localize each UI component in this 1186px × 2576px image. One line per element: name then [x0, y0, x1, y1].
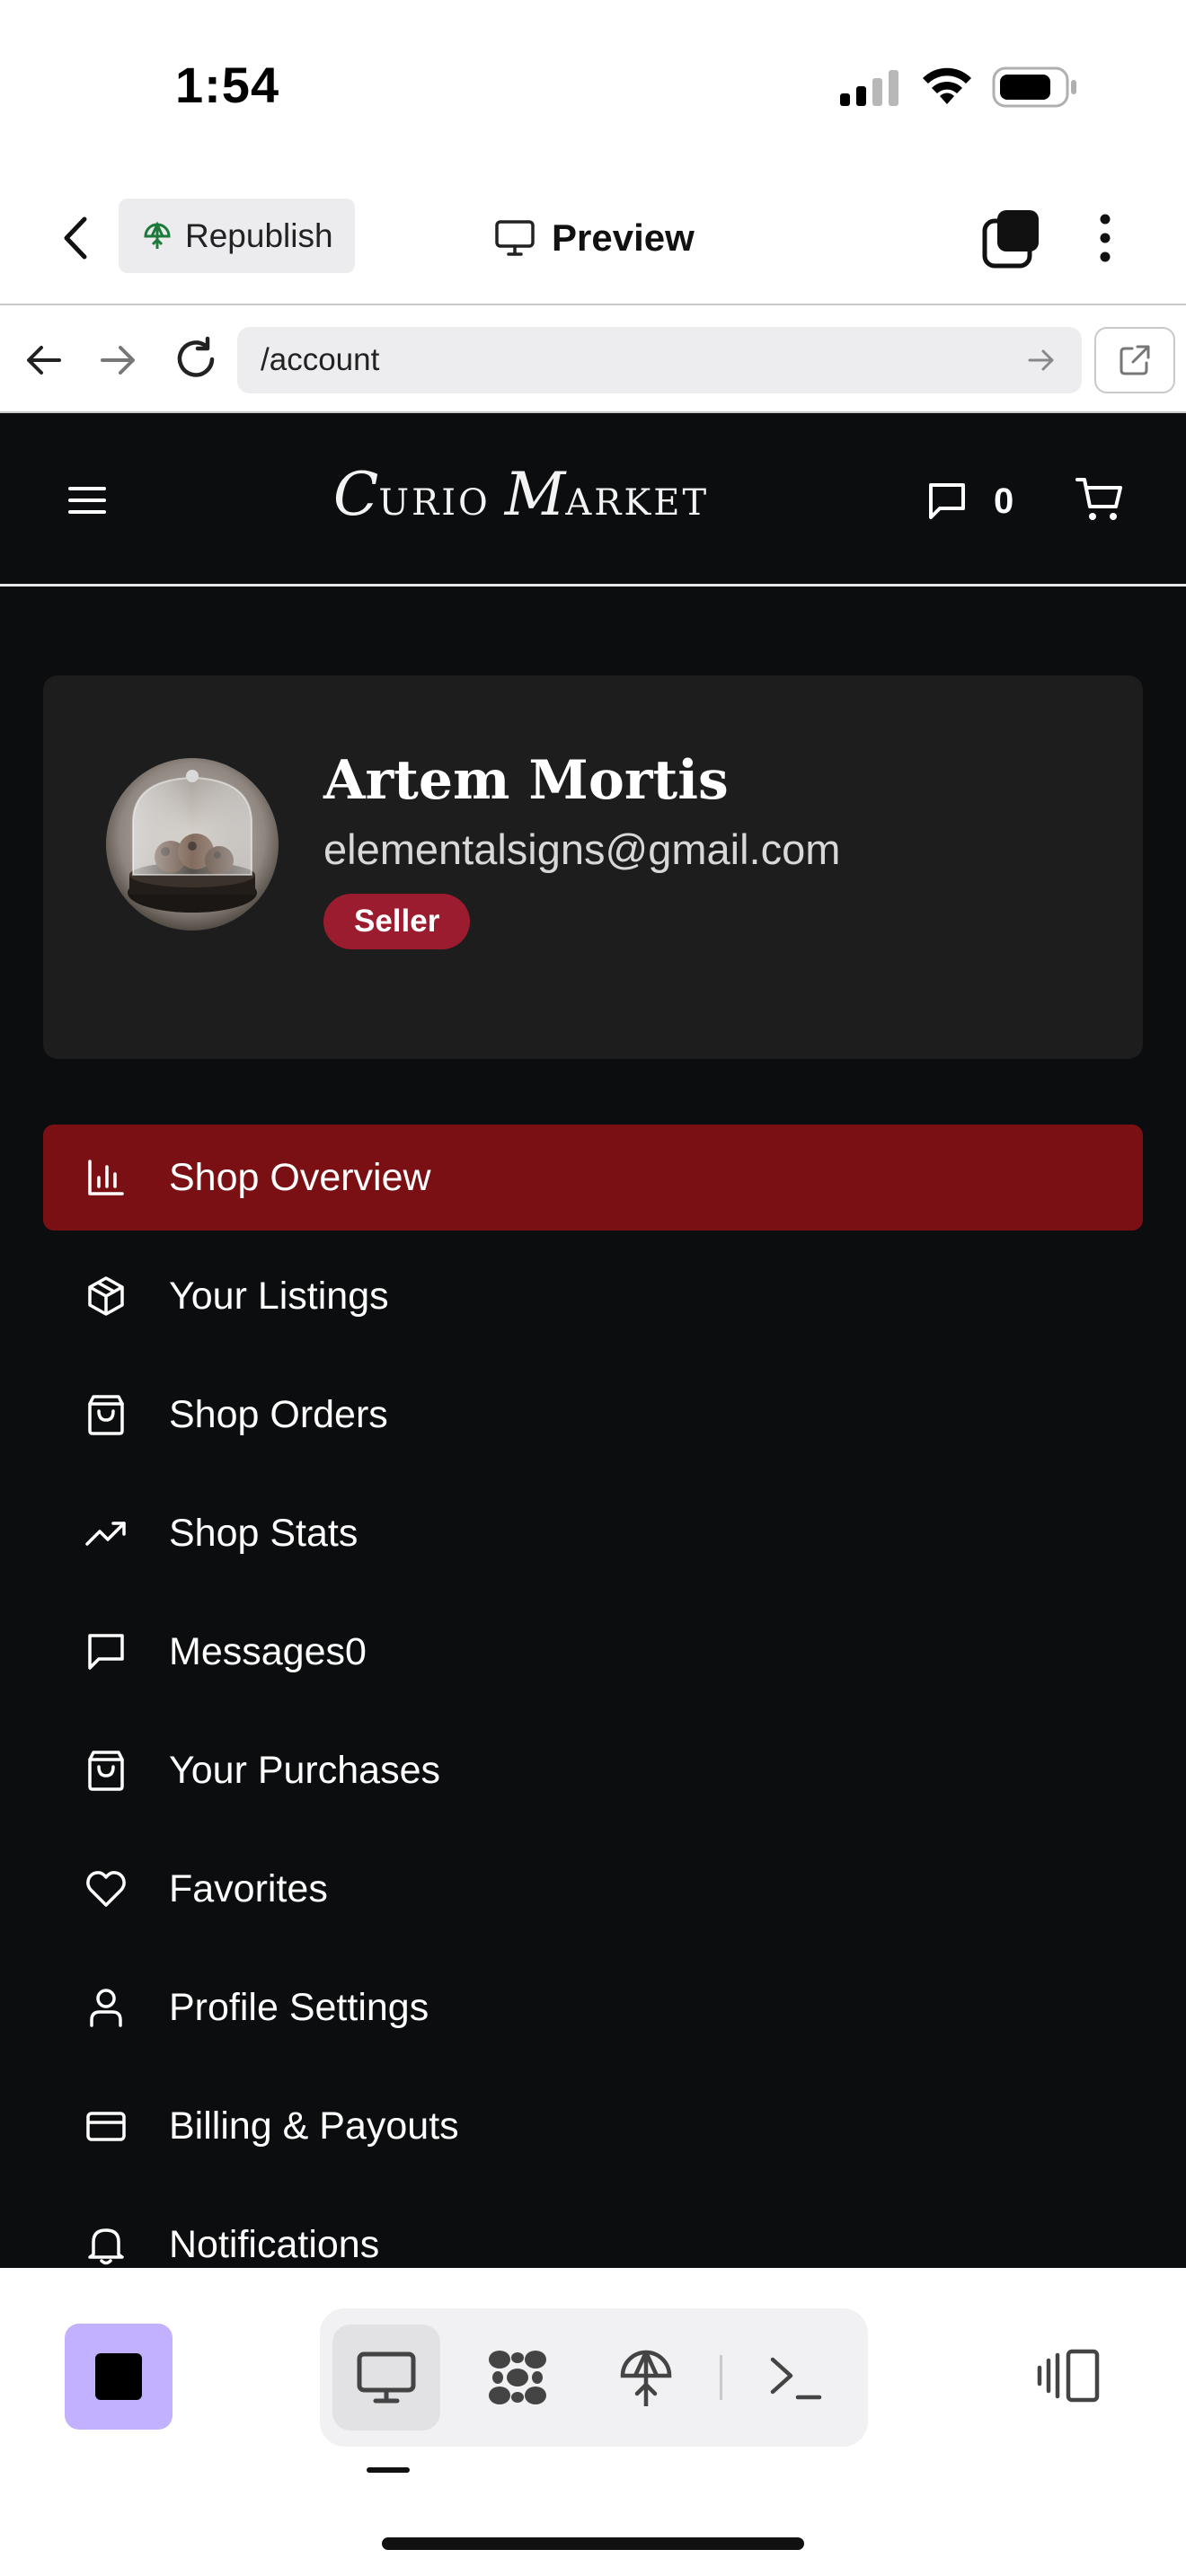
avatar-image — [106, 758, 279, 931]
go-arrow-icon[interactable] — [1024, 343, 1058, 377]
logo-letter: C — [332, 460, 379, 529]
header-messages-button[interactable]: 0 — [925, 474, 1013, 528]
url-bar: /account — [0, 307, 1186, 413]
nav-forward-button[interactable] — [95, 338, 140, 383]
deploy-icon — [144, 220, 171, 249]
deploy-icon — [620, 2350, 672, 2406]
site-header: C URIO M ARKET 0 — [0, 413, 1186, 587]
nav-back-button[interactable] — [22, 338, 66, 383]
shopping-bag-icon — [88, 1395, 124, 1435]
menu-item-your-purchases[interactable]: Your Purchases — [43, 1717, 1143, 1823]
menu-item-profile-settings[interactable]: Profile Settings — [43, 1954, 1143, 2060]
menu-item-label: Shop Overview — [169, 1155, 431, 1199]
profile-name: Artem Mortis — [323, 749, 729, 812]
credit-card-icon — [86, 2112, 126, 2141]
menu-item-label: Shop Orders — [169, 1392, 388, 1436]
menu-item-messages[interactable]: Messages0 — [43, 1599, 1143, 1705]
profile-card: Artem Mortis elementalsigns@gmail.com Se… — [43, 675, 1143, 1059]
signal-icon — [840, 70, 901, 106]
menu-item-label: Profile Settings — [169, 1985, 429, 2029]
menu-item-label: Billing & Payouts — [169, 2104, 459, 2148]
back-button[interactable] — [54, 207, 99, 269]
arrow-left-icon — [27, 346, 61, 375]
open-external-button[interactable] — [1094, 327, 1175, 393]
layout-toggle-button[interactable] — [1024, 2331, 1111, 2421]
deploy-mode-button[interactable] — [592, 2325, 700, 2430]
hamburger-menu-button[interactable] — [65, 478, 110, 523]
more-vertical-icon — [1100, 214, 1111, 262]
menu-item-shop-orders[interactable]: Shop Orders — [43, 1362, 1143, 1468]
url-text: /account — [261, 342, 380, 377]
bell-icon — [88, 2228, 124, 2265]
menu-item-label: Notifications — [169, 2222, 380, 2266]
menu-item-your-listings[interactable]: Your Listings — [43, 1243, 1143, 1349]
status-time: 1:54 — [175, 57, 280, 113]
cart-icon — [1075, 478, 1122, 520]
menu-item-label: Shop Stats — [169, 1511, 358, 1555]
message-icon — [88, 1634, 124, 1670]
battery-icon — [992, 66, 1078, 108]
menu-item-billing-payouts[interactable]: Billing & Payouts — [43, 2073, 1143, 2179]
heart-icon — [86, 1871, 126, 1907]
message-icon — [929, 483, 965, 519]
view-mode-group — [320, 2308, 868, 2447]
split-view-icon — [1037, 2349, 1100, 2403]
logo-text: URIO — [378, 482, 491, 524]
stop-icon — [95, 2353, 142, 2400]
tabs-icon — [982, 210, 1039, 269]
menu-icon — [68, 487, 106, 514]
top-toolbar: Republish Preview — [0, 171, 1186, 305]
external-link-icon — [1120, 345, 1150, 375]
preview-tab[interactable]: Preview — [494, 207, 695, 269]
trending-up-icon — [85, 1522, 126, 1546]
menu-item-label: Favorites — [169, 1866, 328, 1910]
avatar — [106, 758, 279, 931]
menu-item-label: Messages0 — [169, 1629, 367, 1673]
monitor-icon — [357, 2351, 416, 2404]
shell-mode-button[interactable] — [742, 2325, 850, 2430]
arrow-right-icon — [101, 346, 135, 375]
cart-button[interactable] — [1075, 474, 1125, 525]
logo-letter: M — [504, 460, 566, 529]
menu-item-shop-stats[interactable]: Shop Stats — [43, 1480, 1143, 1586]
menu-item-notifications[interactable]: Notifications — [43, 2192, 1143, 2268]
menu-item-label: Your Listings — [169, 1274, 389, 1318]
messages-count: 0 — [994, 481, 1014, 521]
grid-pattern-icon — [489, 2351, 546, 2404]
chevron-left-icon — [64, 216, 87, 260]
profile-email: elementalsigns@gmail.com — [323, 825, 841, 873]
user-icon — [90, 1989, 122, 2027]
divider — [720, 2355, 722, 2400]
menu-item-favorites[interactable]: Favorites — [43, 1836, 1143, 1942]
site-logo[interactable]: C URIO M ARKET — [333, 460, 706, 541]
more-options-button[interactable] — [1087, 207, 1123, 269]
wifi-icon — [920, 65, 974, 106]
tabs-button[interactable] — [979, 207, 1042, 269]
bottom-toolbar — [0, 2268, 1186, 2576]
bar-chart-icon — [88, 1160, 124, 1195]
terminal-icon — [770, 2357, 822, 2400]
home-indicator — [382, 2537, 804, 2550]
app-viewport: C URIO M ARKET 0 Artem Mortis elementals… — [0, 413, 1186, 2268]
seller-badge: Seller — [323, 894, 471, 949]
shopping-bag-icon — [88, 1751, 124, 1791]
logo-text: ARKET — [565, 482, 710, 524]
preview-mode-button[interactable] — [332, 2325, 440, 2430]
url-input[interactable]: /account — [237, 327, 1082, 393]
package-icon — [88, 1276, 124, 1316]
stop-button[interactable] — [65, 2324, 173, 2430]
preview-label: Preview — [552, 216, 695, 259]
active-mode-indicator — [367, 2467, 410, 2473]
republish-label: Republish — [185, 216, 333, 254]
republish-button[interactable]: Republish — [119, 198, 355, 273]
reload-button[interactable] — [171, 334, 221, 384]
reload-icon — [177, 336, 215, 377]
monitor-icon — [495, 220, 535, 256]
menu-item-label: Your Purchases — [169, 1748, 440, 1792]
workspace-mode-button[interactable] — [464, 2325, 571, 2430]
status-bar: 1:54 — [0, 0, 1186, 171]
menu-item-shop-overview[interactable]: Shop Overview — [43, 1125, 1143, 1231]
